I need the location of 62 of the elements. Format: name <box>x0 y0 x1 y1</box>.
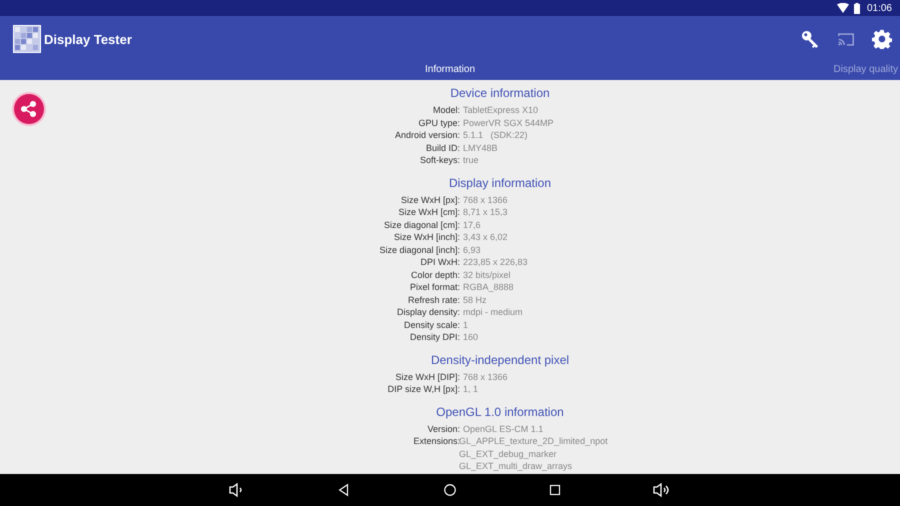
field-label: Color depth: <box>410 268 460 281</box>
settings-icon[interactable] <box>872 29 892 49</box>
field-value: OpenGL ES-CM 1.1 <box>463 422 544 435</box>
field-value: RGBA_8888 <box>463 281 515 294</box>
section-heading: OpenGL 1.0 information <box>436 404 564 420</box>
key-icon[interactable] <box>801 30 820 48</box>
volume-up-icon[interactable] <box>653 482 671 498</box>
field-value: 768 x 1366 <box>463 370 509 383</box>
battery-icon <box>854 2 860 14</box>
field-label: Size WxH [inch]: <box>392 231 460 244</box>
field-label: Density DPI: <box>408 331 460 344</box>
field-label: Size WxH [cm]: <box>397 206 460 218</box>
share-button[interactable] <box>11 91 47 127</box>
field-value: 768 x 1366 <box>463 194 509 206</box>
field-value: 58 Hz <box>463 294 488 306</box>
field-label: GPU type: <box>417 116 460 129</box>
field-value: GL_EXT_multi_draw_arrays <box>459 460 574 472</box>
section-heading: Device information <box>450 86 550 101</box>
tab[interactable]: Information <box>422 62 478 75</box>
status-time: 01:06 <box>866 2 892 14</box>
field-label: DPI WxH: <box>420 256 460 268</box>
field-label: Refresh rate: <box>406 294 460 306</box>
field-value: 3,43 x 6,02 <box>463 231 509 244</box>
field-value: mdpi - medium <box>463 306 524 318</box>
field-value: GL_EXT_debug_marker <box>459 448 558 460</box>
home-icon[interactable] <box>443 483 457 497</box>
field-value: true <box>463 154 480 166</box>
app-title: Display Tester <box>44 32 132 46</box>
field-label: Soft-keys: <box>418 154 460 166</box>
field-label: Version: <box>426 422 460 435</box>
field-value: 6,93 <box>463 244 482 256</box>
grid-logo-icon <box>13 25 41 53</box>
field-value: PowerVR SGX 544MP <box>463 116 555 129</box>
field-label: Extensions: <box>412 435 460 448</box>
field-value: GL_APPLE_texture_2D_limited_npot <box>459 435 609 448</box>
field-label: Size WxH [DIP]: <box>394 370 460 383</box>
back-icon[interactable] <box>337 483 351 497</box>
field-value: 5.1.1 (SDK:22) <box>463 129 529 142</box>
field-label: Build ID: <box>424 142 460 154</box>
wifi-icon <box>836 3 849 13</box>
field-value: 223,85 x 226,83 <box>463 256 529 268</box>
cast-icon[interactable] <box>837 32 855 46</box>
section-heading: Density-independent pixel <box>430 352 570 368</box>
section-heading: Display information <box>448 176 552 190</box>
field-label: Android version: <box>394 129 460 142</box>
field-value: LMY48B <box>463 142 499 154</box>
field-label: Size diagonal [cm]: <box>382 218 460 231</box>
field-label: Density scale: <box>402 318 460 331</box>
field-label: Model: <box>432 104 460 116</box>
field-label: DIP size W,H [px]: <box>386 383 460 396</box>
field-value: 1 <box>463 318 470 331</box>
field-label: Pixel format: <box>408 281 460 294</box>
field-value: 8,71 x 15,3 <box>463 206 509 218</box>
field-label: Size WxH [px]: <box>400 194 460 206</box>
field-label: Display density: <box>396 306 460 318</box>
field-value: TabletExpress X10 <box>463 104 540 116</box>
recents-icon[interactable] <box>549 484 561 496</box>
field-value: 32 bits/pixel <box>463 268 512 281</box>
field-label: Size diagonal [inch]: <box>378 244 460 256</box>
field-value: 1, 1 <box>463 383 480 396</box>
field-value: 17,6 <box>463 218 482 231</box>
field-value: 160 <box>463 331 480 344</box>
